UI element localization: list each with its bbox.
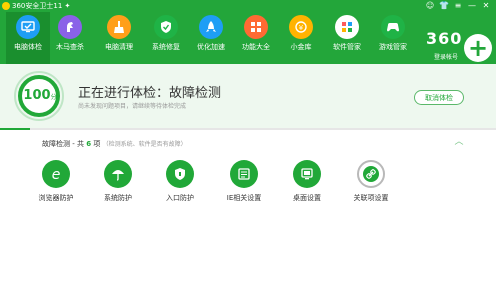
- title-bar: 360安全卫士11 ✦ ☺ 👕 ≡ — ✕: [0, 0, 496, 12]
- check-item-label: 入口防护: [166, 194, 194, 202]
- tool-label: 功能大全: [242, 43, 270, 51]
- monitor-check-icon: [16, 15, 40, 39]
- tool-all-features[interactable]: 功能大全: [234, 12, 278, 64]
- score-value: 100: [23, 88, 51, 103]
- tool-label: 游戏管家: [379, 43, 407, 51]
- tool-label: 小金库: [290, 43, 312, 51]
- cancel-checkup-button[interactable]: 取消体检: [414, 90, 464, 105]
- broom-icon: [107, 15, 131, 39]
- tool-label: 电脑体检: [14, 43, 42, 51]
- section-header: 故障检测 - 共 6 项 （检测系统、软件是否有故障）: [42, 139, 187, 149]
- checkup-score: 100分: [22, 89, 58, 105]
- umbrella-icon: [104, 160, 132, 188]
- section-title: 故障检测 - 共: [42, 140, 84, 148]
- svg-text:¥: ¥: [299, 24, 304, 32]
- collapse-chevron-icon[interactable]: ︿: [453, 137, 465, 147]
- section-count: 6: [86, 140, 92, 148]
- software-grid-icon: [335, 15, 359, 39]
- check-item-association-settings[interactable]: 关联项设置: [341, 160, 401, 204]
- menu-icon[interactable]: ≡: [452, 0, 464, 12]
- check-item-label: 系统防护: [104, 194, 132, 202]
- link-ring: [357, 160, 385, 188]
- score-unit: 分: [50, 94, 57, 101]
- minimize-icon[interactable]: —: [466, 0, 478, 12]
- tool-optimize[interactable]: 优化加速: [189, 12, 233, 64]
- tool-system-repair[interactable]: 系统修复: [144, 12, 188, 64]
- browser-e-icon: e: [42, 160, 70, 188]
- tool-pc-cleanup[interactable]: 电脑清理: [97, 12, 141, 64]
- plus-icon[interactable]: +: [464, 34, 492, 62]
- brand-360-logo: 360: [426, 29, 463, 48]
- check-item-label: 浏览器防护: [38, 194, 74, 202]
- check-item-browser-protection[interactable]: e 浏览器防护: [26, 160, 86, 204]
- status-subtitle: 尚未发现问题项目，请继续等待体检完成: [78, 103, 187, 110]
- status-title: 正在进行体检：故障检测: [78, 86, 222, 101]
- check-item-label: IE相关设置: [226, 194, 262, 202]
- close-icon[interactable]: ✕: [480, 0, 492, 12]
- shield-icon: [154, 15, 178, 39]
- section-title-suffix: 项: [93, 140, 101, 148]
- link-icon: [363, 166, 379, 182]
- skin-shirt-icon[interactable]: 👕: [438, 0, 450, 12]
- rocket-icon: [199, 15, 223, 39]
- main-toolbar: 电脑体检 木马查杀 电脑清理 系统修复 优化加速 功能大全 ¥ 小金库 软件管家…: [0, 12, 496, 64]
- tool-software-manager[interactable]: 软件管家: [325, 12, 369, 64]
- check-item-label: 关联项设置: [353, 194, 389, 202]
- apps-icon: [244, 15, 268, 39]
- tool-vault[interactable]: ¥ 小金库: [279, 12, 323, 64]
- app-logo-icon: [2, 2, 10, 10]
- login-link[interactable]: 登录帐号: [426, 52, 466, 61]
- check-item-ie-settings[interactable]: IE相关设置: [214, 160, 274, 204]
- desktop-icon: [293, 160, 321, 188]
- section-note: （检测系统、软件是否有故障）: [102, 141, 187, 148]
- tool-label: 系统修复: [152, 43, 180, 51]
- progress-fill: [0, 128, 30, 130]
- check-item-label: 桌面设置: [293, 194, 321, 202]
- shield-lock-icon: [166, 160, 194, 188]
- tool-label: 电脑清理: [105, 43, 133, 51]
- tool-game-manager[interactable]: 游戏管家: [371, 12, 415, 64]
- horse-scan-icon: [58, 15, 82, 39]
- tool-label: 软件管家: [333, 43, 361, 51]
- tool-label: 木马查杀: [56, 43, 84, 51]
- tool-pc-checkup[interactable]: 电脑体检: [6, 12, 50, 64]
- gamepad-icon: [381, 15, 405, 39]
- tool-label: 优化加速: [197, 43, 225, 51]
- check-item-desktop-settings[interactable]: 桌面设置: [277, 160, 337, 204]
- tool-trojan-scan[interactable]: 木马查杀: [48, 12, 92, 64]
- check-item-system-protection[interactable]: 系统防护: [88, 160, 148, 204]
- check-item-entry-protection[interactable]: 入口防护: [150, 160, 210, 204]
- ie-settings-icon: [230, 160, 258, 188]
- svg-text:e: e: [52, 167, 61, 182]
- checkup-progress-bar: [0, 128, 496, 130]
- window-title: 360安全卫士11 ✦: [12, 2, 71, 10]
- skin-smiley-icon[interactable]: ☺: [424, 0, 436, 12]
- coin-icon: ¥: [289, 15, 313, 39]
